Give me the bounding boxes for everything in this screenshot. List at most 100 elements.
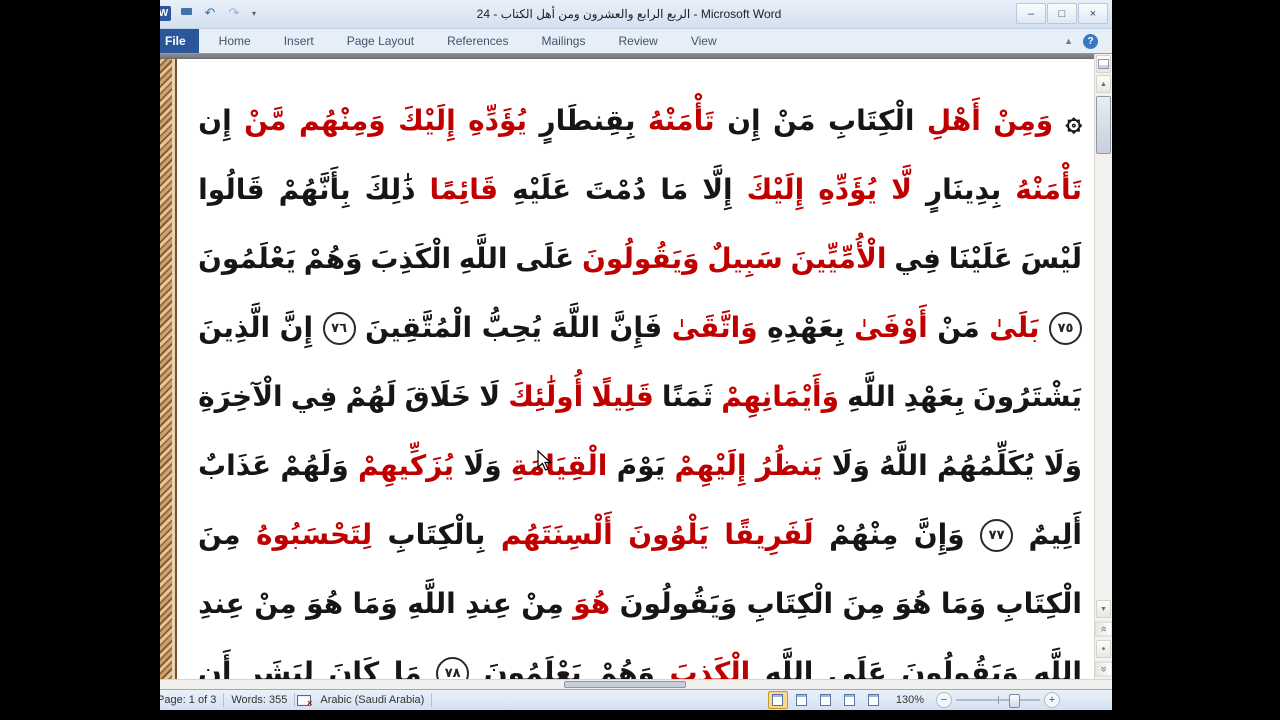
browse-object-button[interactable]: • — [1096, 640, 1111, 658]
quran-word: إِلَيْكَ — [398, 104, 456, 138]
quran-word: يُكَلِّمُهُمُ — [937, 449, 1035, 483]
tab-home[interactable]: Home — [206, 29, 264, 53]
zoom-in-button[interactable]: + — [1044, 692, 1060, 708]
full-screen-icon — [796, 694, 808, 706]
quran-word: فِي — [894, 242, 941, 276]
page-indicator[interactable]: Page: 1 of 3 — [150, 694, 223, 706]
scrollbar-track[interactable] — [1096, 94, 1111, 599]
quran-word: بَلَىٰ — [989, 311, 1040, 345]
zoom-level[interactable]: 130% — [888, 694, 932, 706]
quran-word: اللَّهِ — [1033, 656, 1082, 679]
quran-word: يَلْوُونَ — [628, 518, 709, 552]
next-page-button[interactable]: » — [1094, 661, 1112, 677]
title-bar: W ↶ ↷ ▾ الربع الرابع والعشرون ومن أهل ال… — [146, 0, 1112, 29]
quran-word: عَلَيْنَا — [948, 242, 1013, 276]
previous-page-button[interactable]: « — [1094, 621, 1112, 637]
quran-word: لَيْسَ — [1020, 242, 1082, 276]
tab-review[interactable]: Review — [605, 29, 670, 53]
quran-word: هُوَ — [306, 587, 344, 621]
zoom-out-button[interactable]: − — [936, 692, 952, 708]
quran-word: وَلَا — [1043, 449, 1082, 483]
quran-line: لَيْسَ عَلَيْنَا فِي الْأُمِّيِّينَ سَبِيلٌ و… — [198, 225, 1082, 294]
status-bar: Page: 1 of 3 Words: 355 × Arabic (Saudi … — [146, 689, 1112, 710]
ribbon-right-controls: ▲ ? — [1064, 29, 1098, 53]
quran-word: لَّا — [891, 173, 913, 207]
quran-word: إِلَّا — [702, 173, 733, 207]
quran-word: عَلَى — [827, 656, 887, 679]
quran-line: اللَّهِ وَيَقُولُونَ عَلَى اللَّهِ الْكَذِبَ… — [198, 639, 1082, 679]
scroll-up-button[interactable]: ▲ — [1096, 75, 1111, 93]
tab-page-layout[interactable]: Page Layout — [334, 29, 427, 53]
quran-word: وَهُمْ — [596, 656, 655, 679]
save-icon[interactable] — [177, 4, 195, 22]
quran-word: وَيَقُولُونَ — [619, 587, 738, 621]
quran-word: مِنْ — [254, 587, 297, 621]
scrollbar-thumb[interactable] — [1096, 96, 1111, 154]
quran-word: اللَّهُ — [879, 449, 928, 483]
close-button[interactable]: × — [1078, 3, 1108, 24]
ayah-number-marker: ٧٨ — [436, 657, 470, 679]
quran-word: الْقِيَامَةِ — [510, 449, 608, 483]
quran-word: سَبِيلٌ — [707, 242, 783, 276]
document-page[interactable]: ۞ وَمِنْ أَهْلِ الْكِتَابِ مَنْ إِن تَأْمَنْهُ… — [154, 59, 1094, 679]
minimize-ribbon-icon[interactable]: ▲ — [1064, 36, 1073, 46]
quran-word: مِنَ — [198, 518, 241, 552]
language-indicator[interactable]: Arabic (Saudi Arabia) — [313, 694, 431, 706]
minimize-button[interactable]: – — [1016, 3, 1046, 24]
quran-word: مِنْ — [521, 587, 564, 621]
redo-icon[interactable]: ↷ — [225, 4, 243, 22]
quran-word: قَالُوا — [198, 173, 265, 207]
quran-word: اللَّهِ — [764, 656, 814, 679]
print-layout-button[interactable] — [767, 691, 788, 709]
quran-word: وَمِنْ — [993, 104, 1054, 138]
quick-access-toolbar: W ↶ ↷ ▾ — [156, 4, 259, 22]
hscroll-thumb[interactable] — [563, 681, 686, 688]
draft-button[interactable] — [864, 691, 884, 709]
quran-word: قَلِيلًا — [591, 380, 654, 414]
ribbon-tab-row: File Home Insert Page Layout References Maili… — [146, 29, 1112, 54]
web-layout-button[interactable] — [816, 691, 836, 709]
zoom-slider[interactable] — [956, 693, 1040, 708]
quran-word: وَأَيْمَانِهِمْ — [721, 380, 839, 414]
outline-button[interactable] — [840, 691, 860, 709]
hscroll-track[interactable] — [146, 680, 1095, 689]
quran-word: يَنظُرُ — [755, 449, 823, 483]
ayah-number-marker: ٧٥ — [1049, 312, 1082, 345]
undo-icon[interactable]: ↶ — [201, 4, 219, 22]
quran-word: فِي — [290, 380, 338, 414]
quran-word: مِنْهُمْ — [829, 518, 899, 552]
quran-word: يَشْتَرُونَ — [972, 380, 1082, 414]
word-count[interactable]: Words: 355 — [224, 694, 294, 706]
quran-word: يَعْلَمُونَ — [483, 656, 582, 679]
quran-word: يَوْمَ — [616, 449, 666, 483]
help-icon[interactable]: ? — [1083, 33, 1098, 49]
quran-word: لِبَشَرٍ — [246, 656, 314, 679]
proofing-x-glyph: × — [307, 698, 313, 708]
quran-word: كَانَ — [328, 656, 380, 679]
tab-view[interactable]: View — [678, 29, 730, 53]
quran-word: الْأُمِّيِّينَ — [790, 242, 887, 276]
quran-word: عِندِ — [198, 587, 245, 621]
quran-word: يُحِبُّ — [481, 311, 542, 345]
quran-text: ۞ وَمِنْ أَهْلِ الْكِتَابِ مَنْ إِن تَأْمَنْهُ… — [198, 87, 1082, 679]
quran-word: وَيَقُولُونَ — [901, 656, 1019, 679]
status-right: 130% − + — [767, 691, 1060, 709]
page-viewport[interactable]: ۞ وَمِنْ أَهْلِ الْكِتَابِ مَنْ إِن تَأْمَنْهُ… — [146, 54, 1094, 679]
tab-mailings[interactable]: Mailings — [528, 29, 598, 53]
quran-word: اللَّهِ — [847, 380, 896, 414]
maximize-button[interactable]: □ — [1047, 3, 1077, 24]
full-screen-reading-button[interactable] — [792, 691, 812, 709]
quran-word: ثَمَنًا — [661, 380, 714, 414]
letterbox-right — [1112, 0, 1280, 720]
ruler-toggle-button[interactable] — [1096, 55, 1111, 73]
zoom-slider-thumb[interactable] — [1008, 694, 1020, 708]
web-layout-icon — [820, 694, 832, 706]
proofing-status-icon[interactable]: × — [295, 692, 313, 708]
quran-word: عَلَيْهِ — [512, 173, 572, 207]
qat-dropdown-icon[interactable]: ▾ — [249, 4, 259, 22]
quran-word: بِأَنَّهُمْ — [278, 173, 351, 207]
separator — [431, 693, 433, 707]
tab-insert[interactable]: Insert — [271, 29, 327, 53]
tab-references[interactable]: References — [434, 29, 521, 53]
scroll-down-button[interactable]: ▼ — [1096, 600, 1111, 618]
